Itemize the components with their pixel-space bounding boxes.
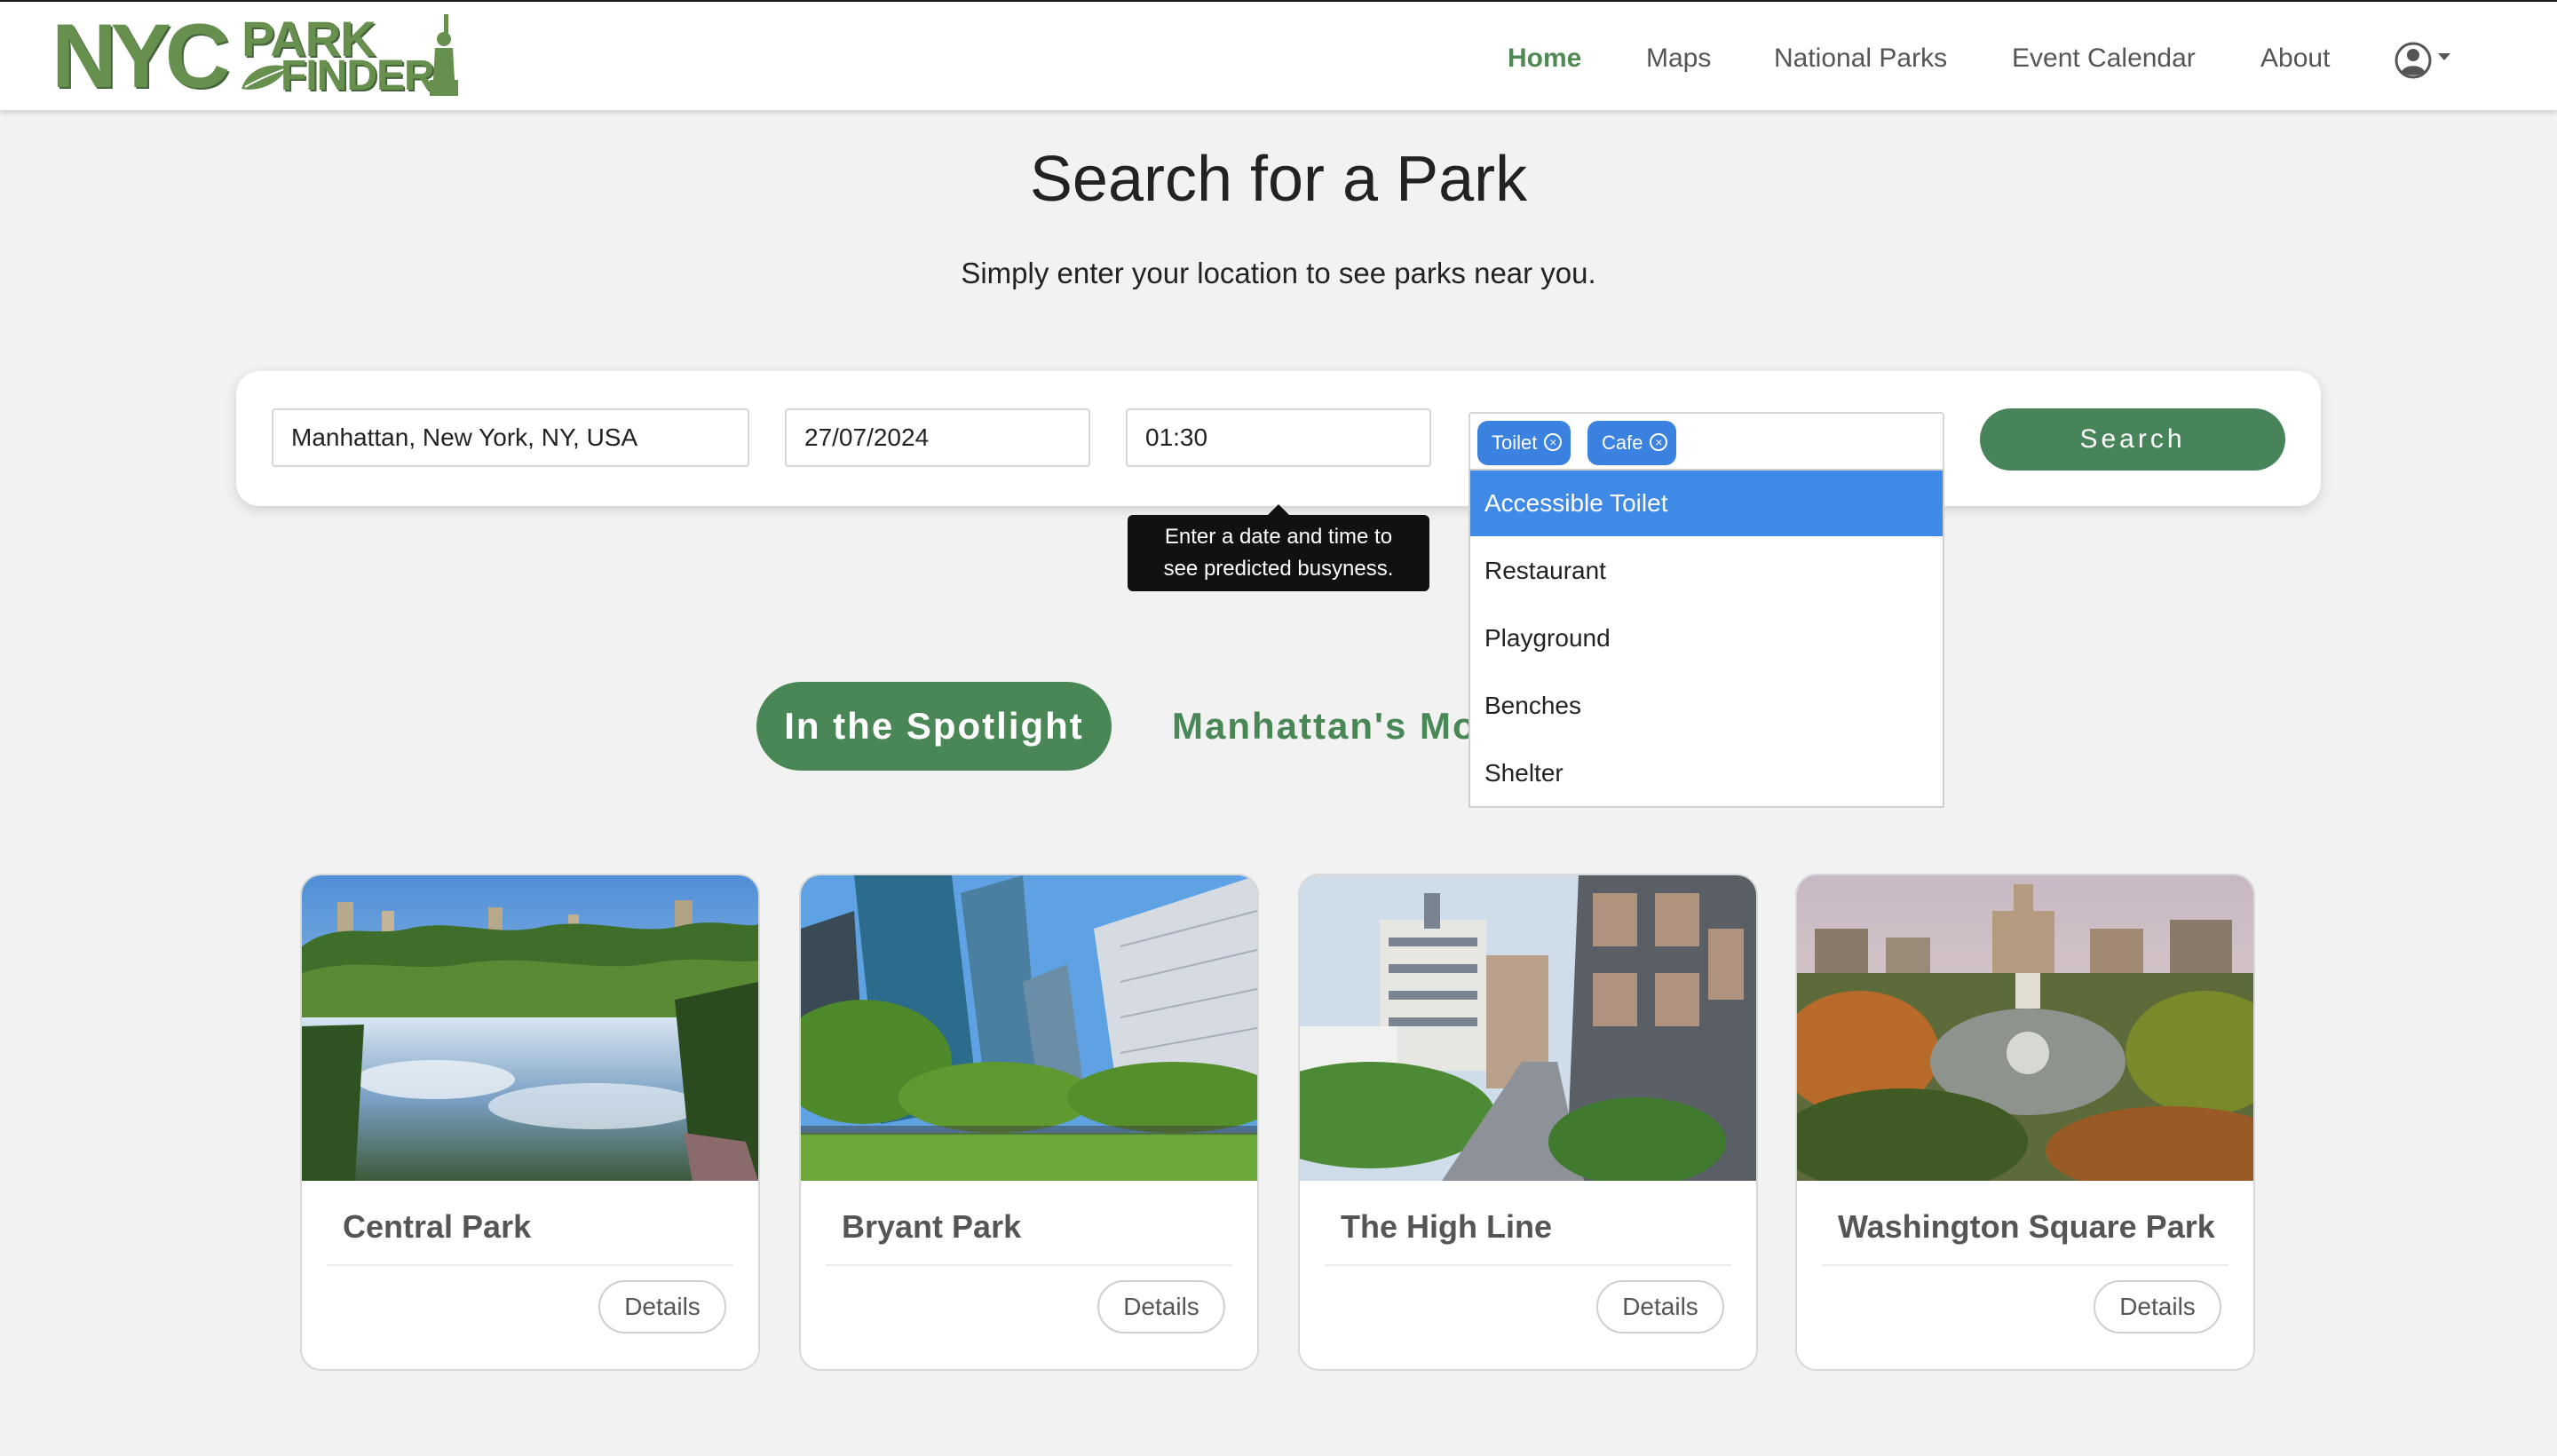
amenity-tag-label: Cafe [1602, 431, 1643, 454]
park-image-high-line [1300, 875, 1756, 1181]
details-button[interactable]: Details [1596, 1280, 1724, 1333]
nav-home[interactable]: Home [1508, 37, 1581, 80]
page-title: Search for a Park [1029, 144, 1528, 215]
nav-about[interactable]: About [2260, 37, 2330, 80]
site-header: NYC PARK FINDER Home Maps National Parks… [0, 0, 2557, 110]
remove-tag-icon[interactable]: × [1544, 433, 1563, 452]
datetime-tooltip: Enter a date and time to see predicted b… [1128, 515, 1429, 591]
tooltip-line: Enter a date and time to [1164, 525, 1393, 549]
statue-of-liberty-icon [430, 14, 458, 96]
park-image-bryant-park [801, 875, 1257, 1181]
search-button[interactable]: Search [1980, 408, 2285, 471]
details-button[interactable]: Details [1097, 1280, 1225, 1333]
park-card: The High Line Details [1298, 874, 1758, 1371]
amenities-dropdown: Accessible Toilet Restaurant Playground … [1468, 469, 1944, 808]
location-input[interactable] [272, 408, 749, 467]
date-input[interactable] [785, 408, 1090, 467]
logo-nyc-text: NYC [51, 5, 230, 107]
caret-down-icon [2438, 53, 2450, 60]
amenity-tag[interactable]: Toilet × [1477, 421, 1571, 465]
tooltip-arrow [1268, 504, 1289, 515]
card-title: Washington Square Park [1838, 1208, 2215, 1245]
page-subtitle: Simply enter your location to see parks … [961, 257, 1596, 289]
card-title: Bryant Park [842, 1208, 1022, 1245]
dropdown-option-benches[interactable]: Benches [1470, 673, 1943, 739]
remove-tag-icon[interactable]: × [1650, 433, 1668, 452]
dropdown-option-playground[interactable]: Playground [1470, 605, 1943, 671]
amenity-tag[interactable]: Cafe × [1587, 421, 1677, 465]
card-divider [327, 1264, 733, 1266]
details-button[interactable]: Details [598, 1280, 726, 1333]
tab-most-busy[interactable]: Manhattan's Most Busy [1172, 682, 1468, 771]
tooltip-line: see predicted busyness. [1163, 557, 1394, 581]
park-card: Central Park Details [300, 874, 760, 1371]
nav-event-calendar[interactable]: Event Calendar [2012, 37, 2196, 80]
nav-maps[interactable]: Maps [1646, 37, 1711, 80]
logo-finder-text: FINDER [281, 52, 435, 99]
card-title: Central Park [343, 1208, 532, 1245]
park-image-central-park [302, 875, 758, 1181]
user-menu-toggle[interactable] [2394, 41, 2456, 80]
dropdown-option-shelter[interactable]: Shelter [1470, 740, 1943, 806]
user-circle-icon [2395, 42, 2450, 79]
nav-national-parks[interactable]: National Parks [1774, 37, 1947, 80]
card-title: The High Line [1341, 1208, 1552, 1245]
park-card: Bryant Park Details [799, 874, 1259, 1371]
tab-in-the-spotlight[interactable]: In the Spotlight [756, 682, 1112, 771]
card-divider [1822, 1264, 2228, 1266]
time-input[interactable] [1126, 408, 1431, 467]
dropdown-option-accessible-toilet[interactable]: Accessible Toilet [1470, 471, 1943, 536]
dropdown-option-restaurant[interactable]: Restaurant [1470, 538, 1943, 604]
site-logo[interactable]: NYC PARK FINDER [51, 9, 458, 103]
card-divider [826, 1264, 1232, 1266]
amenities-multiselect[interactable]: Toilet × Cafe × [1468, 412, 1944, 471]
details-button[interactable]: Details [2094, 1280, 2221, 1333]
park-image-washington-square-park [1797, 875, 2253, 1181]
park-card: Washington Square Park Details [1795, 874, 2255, 1371]
card-divider [1325, 1264, 1731, 1266]
amenity-tag-label: Toilet [1492, 431, 1538, 454]
